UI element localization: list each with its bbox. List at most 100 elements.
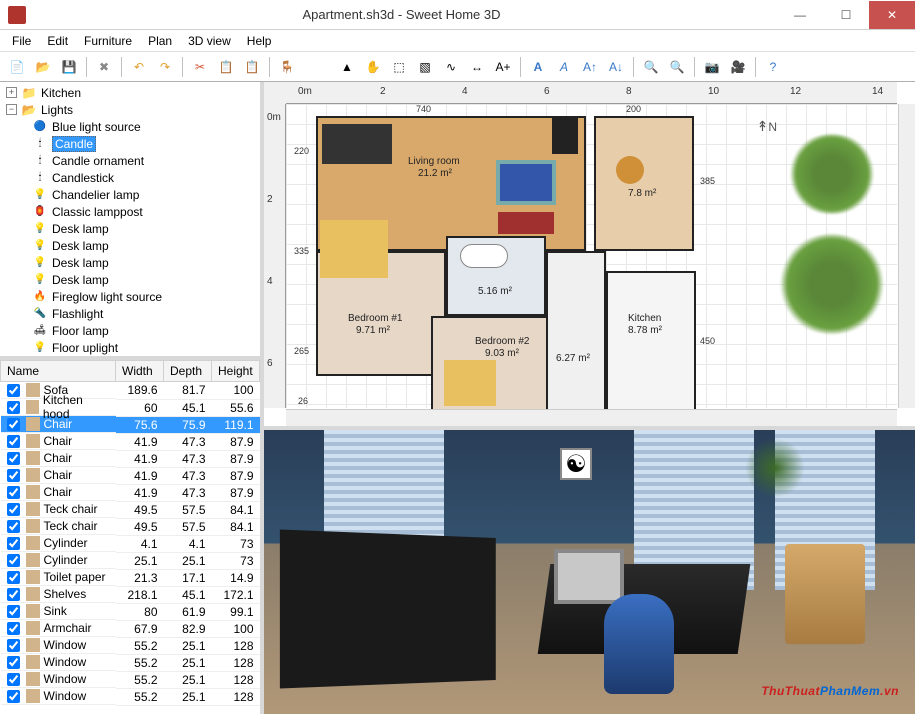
- create-dimensions-icon[interactable]: ↔: [466, 56, 488, 78]
- visibility-checkbox[interactable]: [7, 435, 20, 448]
- help-icon[interactable]: ?: [762, 56, 784, 78]
- photo-icon[interactable]: 📷: [701, 56, 723, 78]
- tree-item[interactable]: 🛋Floor lamp: [2, 322, 260, 339]
- visibility-checkbox[interactable]: [7, 656, 20, 669]
- visibility-checkbox[interactable]: [7, 452, 20, 465]
- zoom-in-icon[interactable]: 🔍: [640, 56, 662, 78]
- room-balcony[interactable]: 7.8 m²: [594, 116, 694, 251]
- table-row[interactable]: Teck chair49.557.584.1: [1, 518, 260, 535]
- tree-item[interactable]: 🕯Candle: [2, 135, 260, 152]
- create-walls-icon[interactable]: ⬚: [388, 56, 410, 78]
- menu-file[interactable]: File: [4, 32, 39, 50]
- tree-item[interactable]: 💡Floor uplight: [2, 339, 260, 356]
- tree-item[interactable]: 🔦Flashlight: [2, 305, 260, 322]
- table-row[interactable]: Chair41.947.387.9: [1, 433, 260, 450]
- table-row[interactable]: Chair41.947.387.9: [1, 467, 260, 484]
- menu-plan[interactable]: Plan: [140, 32, 180, 50]
- table-row[interactable]: Window55.225.1128: [1, 654, 260, 671]
- tree-item[interactable]: 🏮Classic lamppost: [2, 203, 260, 220]
- furniture-sofa[interactable]: [498, 212, 554, 234]
- tree-item[interactable]: 💡Desk lamp: [2, 271, 260, 288]
- collapse-icon[interactable]: −: [6, 104, 17, 115]
- add-furniture-icon[interactable]: 🪑: [276, 56, 298, 78]
- visibility-checkbox[interactable]: [7, 469, 20, 482]
- copy-icon[interactable]: 📋: [215, 56, 237, 78]
- table-row[interactable]: Kitchen hood6045.155.6: [1, 399, 260, 416]
- tree-item[interactable]: 🕯Candle ornament: [2, 152, 260, 169]
- tree-item[interactable]: 🕯Candlestick: [2, 169, 260, 186]
- table-row[interactable]: Cylinder25.125.173: [1, 552, 260, 569]
- table-row[interactable]: Window55.225.1128: [1, 688, 260, 705]
- visibility-checkbox[interactable]: [7, 622, 20, 635]
- visibility-checkbox[interactable]: [7, 571, 20, 584]
- col-name[interactable]: Name: [1, 361, 116, 382]
- create-polylines-icon[interactable]: ∿: [440, 56, 462, 78]
- visibility-checkbox[interactable]: [7, 639, 20, 652]
- table-row[interactable]: Sofa189.681.7100: [1, 382, 260, 400]
- expand-icon[interactable]: +: [6, 87, 17, 98]
- furniture-tv[interactable]: [552, 118, 578, 154]
- visibility-checkbox[interactable]: [7, 486, 20, 499]
- maximize-button[interactable]: ☐: [823, 1, 869, 29]
- visibility-checkbox[interactable]: [7, 401, 20, 414]
- table-row[interactable]: Window55.225.1128: [1, 637, 260, 654]
- visibility-checkbox[interactable]: [7, 418, 20, 431]
- menu-3dview[interactable]: 3D view: [180, 32, 239, 50]
- cut-icon[interactable]: ✂: [189, 56, 211, 78]
- plan-canvas[interactable]: ↟N Living room 21.2 m² 7.8 m² Bedroom #1…: [286, 104, 897, 408]
- tree-item[interactable]: 🔥Fireglow light source: [2, 288, 260, 305]
- create-text-icon[interactable]: A+: [492, 56, 514, 78]
- paste-icon[interactable]: 📋: [241, 56, 263, 78]
- table-row[interactable]: Chair75.675.9119.1: [1, 416, 260, 433]
- visibility-checkbox[interactable]: [7, 673, 20, 686]
- visibility-checkbox[interactable]: [7, 554, 20, 567]
- pan-icon[interactable]: ✋: [362, 56, 384, 78]
- zoom-out-icon[interactable]: 🔍: [666, 56, 688, 78]
- undo-icon[interactable]: ↶: [128, 56, 150, 78]
- preferences-icon[interactable]: ✖: [93, 56, 115, 78]
- scrollbar-horizontal[interactable]: [286, 409, 897, 426]
- furniture-bed[interactable]: [320, 220, 388, 278]
- text-italic-icon[interactable]: A: [553, 56, 575, 78]
- text-size-down-icon[interactable]: A↓: [605, 56, 627, 78]
- furniture-table[interactable]: Name Width Depth Height Sofa189.681.7100…: [0, 360, 260, 714]
- table-row[interactable]: Teck chair49.557.584.1: [1, 501, 260, 518]
- furniture-rug[interactable]: [496, 160, 556, 205]
- visibility-checkbox[interactable]: [7, 690, 20, 703]
- select-icon[interactable]: ▲: [336, 56, 358, 78]
- visibility-checkbox[interactable]: [7, 537, 20, 550]
- menu-furniture[interactable]: Furniture: [76, 32, 140, 50]
- tree-item[interactable]: 💡Desk lamp: [2, 220, 260, 237]
- table-row[interactable]: Window55.225.1128: [1, 671, 260, 688]
- table-row[interactable]: Armchair67.982.9100: [1, 620, 260, 637]
- col-width[interactable]: Width: [116, 361, 164, 382]
- col-height[interactable]: Height: [212, 361, 260, 382]
- col-depth[interactable]: Depth: [164, 361, 212, 382]
- visibility-checkbox[interactable]: [7, 503, 20, 516]
- tree-category-lights[interactable]: − 📂 Lights: [2, 101, 260, 118]
- minimize-button[interactable]: —: [777, 1, 823, 29]
- furniture-bed[interactable]: [444, 360, 496, 406]
- furniture-table-model[interactable]: [322, 124, 392, 164]
- close-button[interactable]: ✕: [869, 1, 915, 29]
- table-row[interactable]: Cylinder4.14.173: [1, 535, 260, 552]
- plan-view[interactable]: 0m2468101214 0m246 ↟N Living room 21.2 m…: [264, 82, 915, 430]
- furniture-round-table[interactable]: [616, 156, 644, 184]
- menu-help[interactable]: Help: [239, 32, 280, 50]
- table-row[interactable]: Shelves218.145.1172.1: [1, 586, 260, 603]
- open-icon[interactable]: 📂: [32, 56, 54, 78]
- create-rooms-icon[interactable]: ▧: [414, 56, 436, 78]
- visibility-checkbox[interactable]: [7, 384, 20, 397]
- table-row[interactable]: Sink8061.999.1: [1, 603, 260, 620]
- room-kitchen[interactable]: Kitchen 8.78 m²: [606, 271, 696, 411]
- visibility-checkbox[interactable]: [7, 588, 20, 601]
- save-icon[interactable]: 💾: [58, 56, 80, 78]
- room-hall[interactable]: 6.27 m²: [546, 251, 606, 411]
- video-icon[interactable]: 🎥: [727, 56, 749, 78]
- text-size-up-icon[interactable]: A↑: [579, 56, 601, 78]
- redo-icon[interactable]: ↷: [154, 56, 176, 78]
- menu-edit[interactable]: Edit: [39, 32, 76, 50]
- tree-item[interactable]: 🔵Blue light source: [2, 118, 260, 135]
- 3d-view[interactable]: ☯ ThuThuatPhanMem.vn: [264, 430, 915, 714]
- tree-item[interactable]: 💡Desk lamp: [2, 254, 260, 271]
